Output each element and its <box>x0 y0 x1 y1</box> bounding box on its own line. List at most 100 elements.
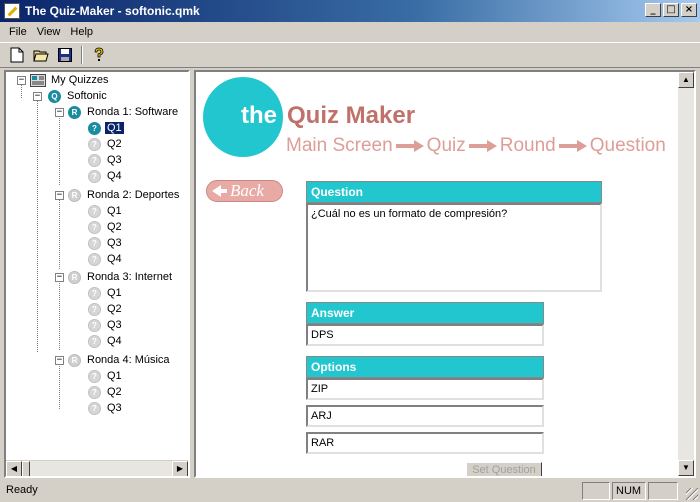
scroll-up-button[interactable]: ▲ <box>678 72 694 88</box>
scroll-left-button[interactable]: ◀ <box>6 461 22 476</box>
option-field-2[interactable]: ARJ <box>306 405 544 427</box>
status-pane <box>648 482 678 500</box>
resize-grip[interactable] <box>686 488 698 500</box>
option-field-3[interactable]: RAR <box>306 432 544 454</box>
tree-round-label: Ronda 3: Internet <box>87 271 173 283</box>
crumb-quiz[interactable]: Quiz <box>427 135 466 157</box>
tree-round-2[interactable]: R Ronda 2: Deportes <box>68 187 181 203</box>
tree-question-label: Q1 <box>107 287 122 299</box>
tree-round-4[interactable]: R Ronda 4: Música <box>68 352 172 368</box>
set-question-button[interactable]: Set Question <box>466 462 542 476</box>
tree-round-1[interactable]: R Ronda 1: Software <box>68 104 180 120</box>
tree-question[interactable]: ? Q3 <box>88 152 124 168</box>
tree-question-label: Q3 <box>107 319 122 331</box>
save-icon <box>58 48 72 62</box>
tree-question[interactable]: ? Q1 <box>88 285 124 301</box>
tree-question[interactable]: ? Q3 <box>88 400 124 416</box>
tree-quiz[interactable]: Q Softonic <box>48 88 109 104</box>
help-button[interactable] <box>88 45 110 66</box>
new-file-button[interactable] <box>6 45 28 66</box>
tree-question-label: Q1 <box>107 370 122 382</box>
status-pane <box>582 482 610 500</box>
question-icon: ? <box>88 153 101 167</box>
round-icon: R <box>68 105 81 119</box>
main-vertical-scrollbar[interactable]: ▲ ▼ <box>678 72 694 476</box>
question-icon: ? <box>88 334 101 348</box>
answer-field[interactable]: DPS <box>306 324 544 346</box>
expander-round-3[interactable]: − <box>55 273 64 282</box>
tree-question[interactable]: ? Q4 <box>88 333 124 349</box>
question-icon: ? <box>88 204 101 218</box>
tree-horizontal-scrollbar[interactable]: ◀ ▶ <box>6 460 188 476</box>
crumb-question: Question <box>589 135 666 156</box>
minimize-button[interactable]: _ <box>645 3 661 17</box>
option-field-1[interactable]: ZIP <box>306 378 544 400</box>
tree-round-label: Ronda 2: Deportes <box>87 189 180 201</box>
tree-question-label: Q2 <box>107 138 122 150</box>
expander-round-4[interactable]: − <box>55 356 64 365</box>
tree-question[interactable]: ? Q2 <box>88 219 124 235</box>
tree-question[interactable]: ? Q2 <box>88 136 124 152</box>
crumb-main-screen[interactable]: Main Screen <box>286 135 393 157</box>
question-icon: ? <box>88 302 101 316</box>
expander-round-2[interactable]: − <box>55 191 64 200</box>
arrow-right-icon <box>395 140 424 152</box>
help-icon <box>94 47 104 61</box>
menu-view[interactable]: View <box>32 24 66 40</box>
menu-file[interactable]: File <box>4 24 32 40</box>
arrow-right-icon <box>468 140 497 152</box>
question-icon: ? <box>88 169 101 183</box>
question-icon: ? <box>88 252 101 266</box>
tree-round-3[interactable]: R Ronda 3: Internet <box>68 269 174 285</box>
question-icon: ? <box>88 369 101 383</box>
logo-quiz-maker: Quiz Maker <box>287 102 416 129</box>
breadcrumb: Main Screen Quiz Round Question <box>286 135 666 157</box>
scroll-right-button[interactable]: ▶ <box>172 461 188 476</box>
scroll-thumb[interactable] <box>22 461 30 476</box>
tree-root[interactable]: My Quizzes <box>30 72 110 88</box>
save-file-button[interactable] <box>54 45 76 66</box>
num-lock-indicator: NUM <box>612 482 646 500</box>
tree-question[interactable]: ? Q3 <box>88 235 124 251</box>
expander-quiz[interactable]: − <box>33 92 42 101</box>
status-bar: Ready NUM <box>0 480 700 502</box>
tree-question-label: Q4 <box>107 170 122 182</box>
tree-question[interactable]: ? Q4 <box>88 168 124 184</box>
tree-quiz-label: Softonic <box>67 90 107 102</box>
question-textarea[interactable]: ¿Cuál no es un formato de compresión? <box>306 203 602 292</box>
back-button-label: Back <box>230 181 264 200</box>
tree-question[interactable]: ? Q3 <box>88 317 124 333</box>
back-arrow-icon <box>212 185 221 197</box>
tree-question[interactable]: ? Q1 <box>88 120 124 136</box>
open-icon <box>33 50 49 62</box>
tree-question-label: Q3 <box>107 154 122 166</box>
open-file-button[interactable] <box>30 45 52 66</box>
tree-question-label: Q4 <box>107 253 122 265</box>
app-icon <box>4 3 20 19</box>
tree-question[interactable]: ? Q1 <box>88 368 124 384</box>
arrow-right-icon <box>558 140 587 152</box>
tree-question-label: Q2 <box>107 386 122 398</box>
scroll-down-button[interactable]: ▼ <box>678 460 694 476</box>
expander-root[interactable]: − <box>17 76 26 85</box>
tree-question[interactable]: ? Q4 <box>88 251 124 267</box>
tree-question[interactable]: ? Q2 <box>88 384 124 400</box>
logo-the: the <box>241 102 277 129</box>
tree-question-label: Q4 <box>107 335 122 347</box>
back-button[interactable]: Back <box>206 180 283 202</box>
maximize-button[interactable]: □ <box>663 3 679 17</box>
expander-round-1[interactable]: − <box>55 108 64 117</box>
tree-question-label: Q1 <box>107 205 122 217</box>
crumb-round[interactable]: Round <box>500 135 556 157</box>
question-icon: ? <box>88 401 101 415</box>
tree-question[interactable]: ? Q1 <box>88 203 124 219</box>
new-icon <box>10 47 24 63</box>
question-icon: ? <box>88 385 101 399</box>
tree-question-label: Q2 <box>107 303 122 315</box>
tree-question[interactable]: ? Q2 <box>88 301 124 317</box>
answer-header: Answer <box>306 302 544 324</box>
menu-help[interactable]: Help <box>65 24 98 40</box>
close-button[interactable]: × <box>681 3 697 17</box>
quiz-tree[interactable]: − My Quizzes − Q Softonic − R Ronda 1: S… <box>4 70 190 478</box>
menu-bar: File View Help <box>0 22 700 42</box>
